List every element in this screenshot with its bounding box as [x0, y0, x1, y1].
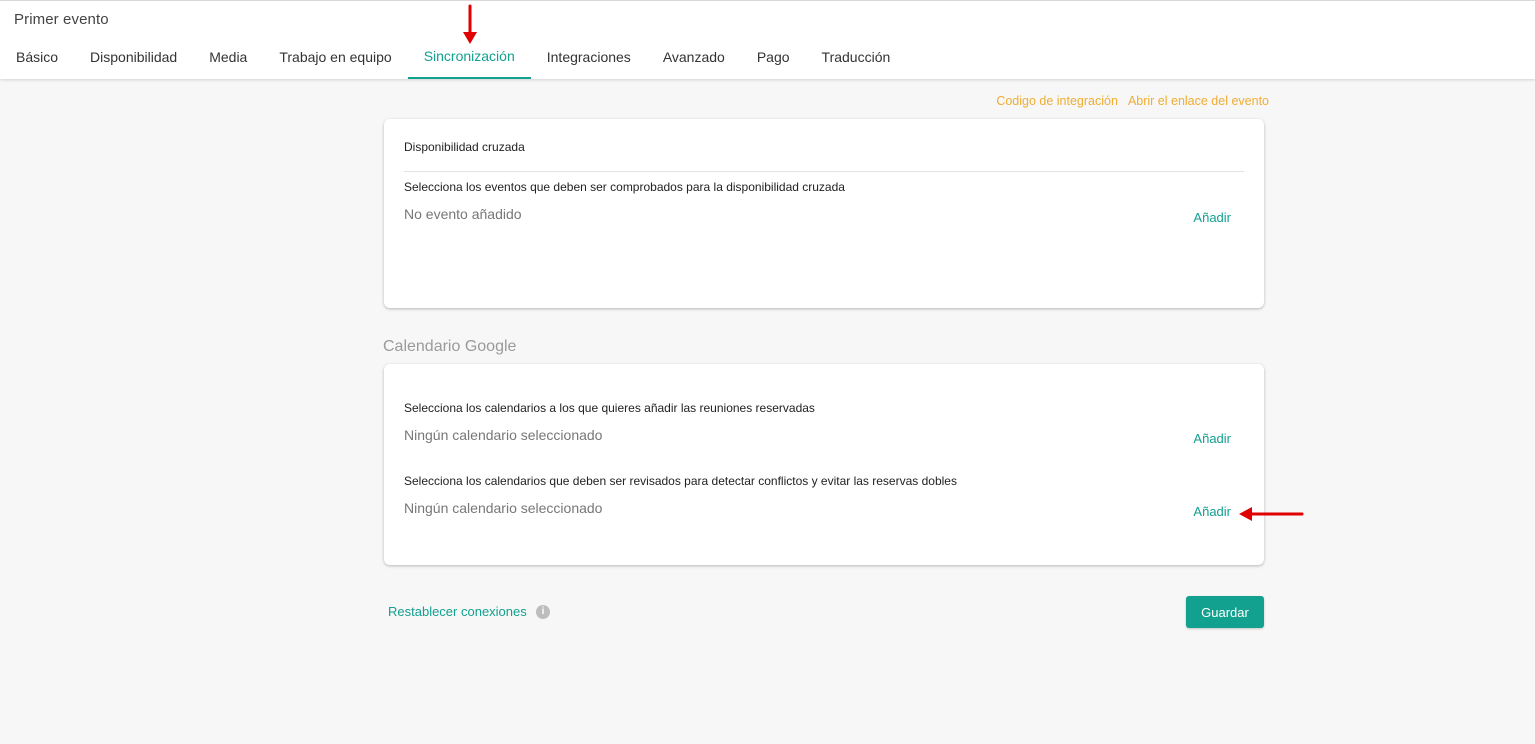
tab-avanzado[interactable]: Avanzado — [647, 35, 741, 79]
divider — [404, 171, 1244, 172]
add-meetings-label: Selecciona los calendarios a los que qui… — [404, 401, 815, 415]
cross-availability-value: No evento añadido — [404, 206, 522, 222]
save-button[interactable]: Guardar — [1186, 596, 1264, 628]
tab-media[interactable]: Media — [193, 35, 263, 79]
google-calendar-heading: Calendario Google — [383, 338, 517, 355]
add-conflict-calendar-button[interactable]: Añadir — [1193, 504, 1231, 519]
top-links: Codigo de integración Abrir el enlace de… — [996, 94, 1269, 108]
conflicts-label: Selecciona los calendarios que deben ser… — [404, 474, 957, 488]
tab-bar: Básico Disponibilidad Media Trabajo en e… — [0, 35, 906, 79]
add-meetings-calendar-button[interactable]: Añadir — [1193, 431, 1231, 446]
arrow-down-icon — [463, 4, 477, 44]
cross-availability-title: Disponibilidad cruzada — [404, 140, 525, 154]
arrow-left-icon — [1239, 507, 1304, 521]
tab-trabajo-en-equipo[interactable]: Trabajo en equipo — [263, 35, 407, 79]
cross-availability-card: Disponibilidad cruzada Selecciona los ev… — [384, 119, 1264, 308]
open-event-link[interactable]: Abrir el enlace del evento — [1128, 94, 1269, 108]
tab-traduccion[interactable]: Traducción — [806, 35, 907, 79]
google-calendar-card: Selecciona los calendarios a los que qui… — [384, 364, 1264, 565]
tab-disponibilidad[interactable]: Disponibilidad — [74, 35, 193, 79]
tab-integraciones[interactable]: Integraciones — [531, 35, 647, 79]
top-bar: Primer evento Básico Disponibilidad Medi… — [0, 0, 1535, 79]
info-icon[interactable]: i — [536, 605, 550, 619]
integration-code-link[interactable]: Codigo de integración — [996, 94, 1118, 108]
page-title: Primer evento — [14, 11, 109, 28]
add-event-button[interactable]: Añadir — [1193, 210, 1231, 225]
conflicts-value: Ningún calendario seleccionado — [404, 500, 603, 516]
add-meetings-value: Ningún calendario seleccionado — [404, 427, 603, 443]
tab-pago[interactable]: Pago — [741, 35, 806, 79]
cross-availability-label: Selecciona los eventos que deben ser com… — [404, 180, 845, 194]
reset-connections-link[interactable]: Restablecer conexiones — [388, 604, 527, 619]
tab-basico[interactable]: Básico — [0, 35, 74, 79]
